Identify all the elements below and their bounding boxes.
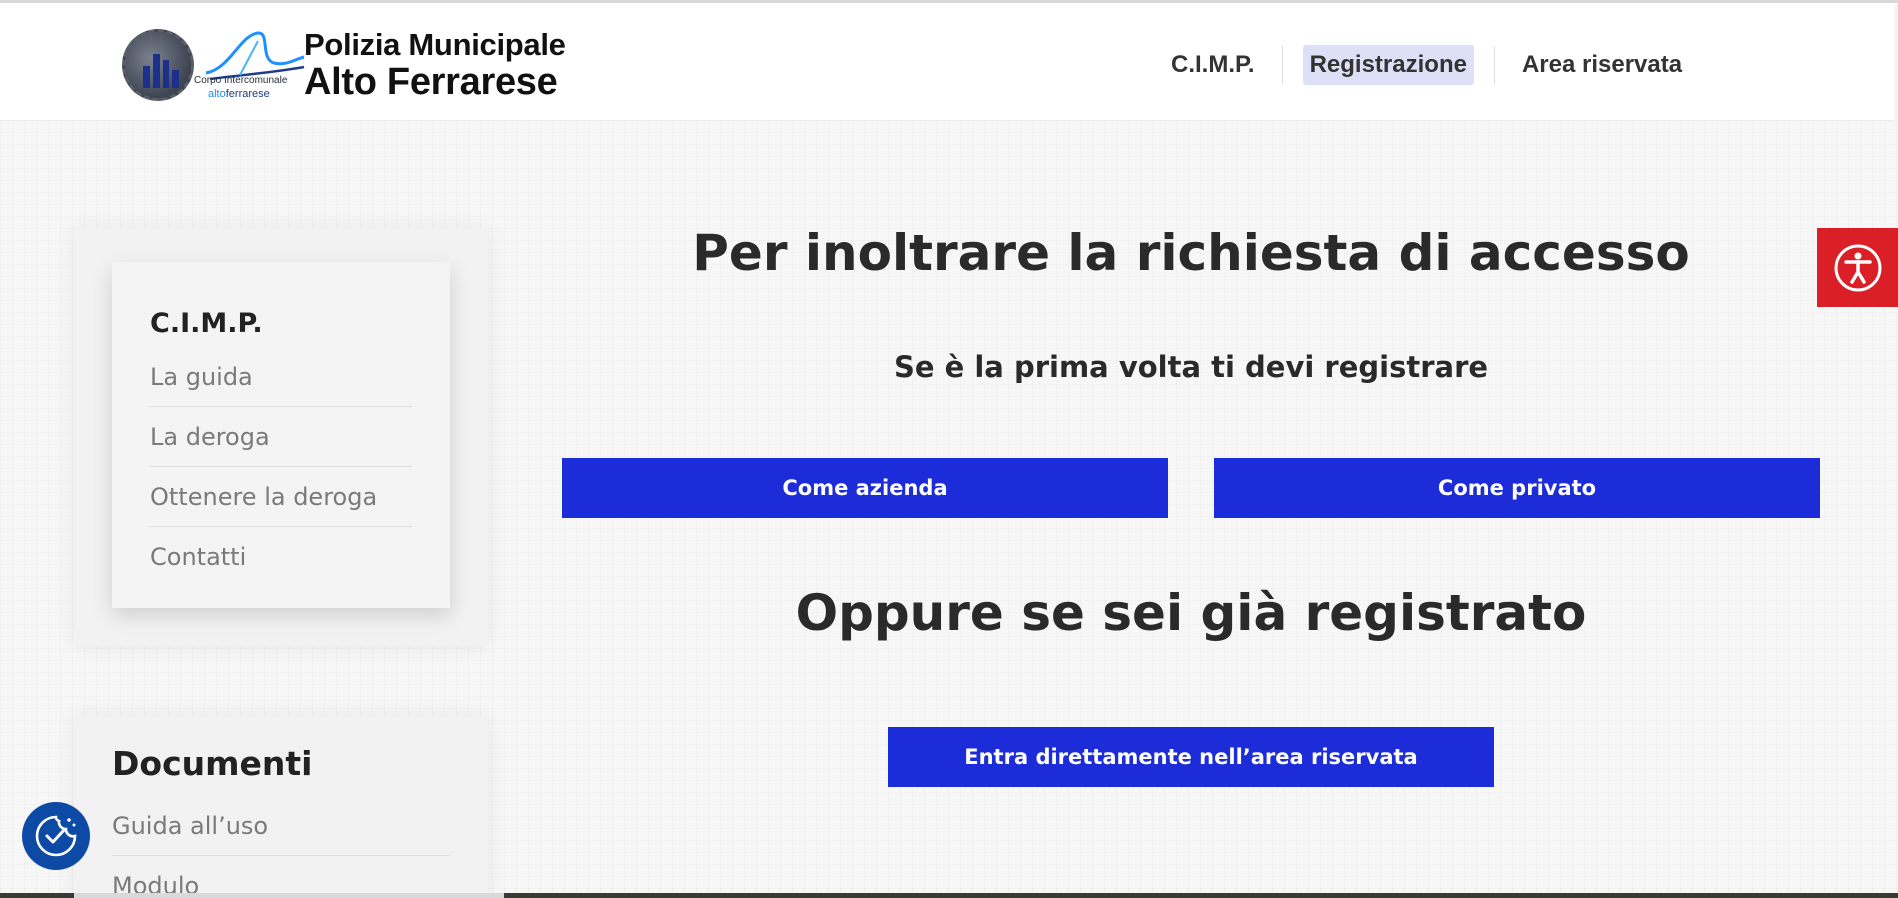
document-item-guida[interactable]: Guida all’uso [112,796,450,856]
documents-list: Guida all’uso Modulo [112,796,450,898]
logo-title-line2: Alto Ferrarese [304,61,558,103]
sidebar-menu: La guida La deroga Ottenere la deroga Co… [150,347,412,587]
sidebar-item-la-deroga[interactable]: La deroga [150,407,412,467]
sidebar-item-contatti[interactable]: Contatti [150,527,412,587]
logo-title-line1: Polizia Municipale [304,27,566,62]
accessibility-button[interactable] [1817,228,1898,307]
logo-corpo-text: Corpo Intercomunale [194,75,288,86]
sidebar-item-la-guida[interactable]: La guida [150,347,412,407]
logo-altoferrarese-text: altoferrarese [208,88,270,100]
site-logo[interactable]: Corpo Intercomunale altoferrarese Polizi… [122,25,578,105]
bottom-strip [0,893,1898,898]
sidebar-item-ottenere-la-deroga[interactable]: Ottenere la deroga [150,467,412,527]
nav-item-area-riservata[interactable]: Area riservata [1515,45,1689,85]
accessibility-icon [1834,244,1881,291]
page-title: Per inoltrare la richiesta di accesso [692,224,1690,282]
site-header: Corpo Intercomunale altoferrarese Polizi… [0,3,1894,121]
registration-subtitle: Se è la prima volta ti devi registrare [893,350,1489,384]
sidebar-title: C.I.M.P. [150,308,263,339]
documents-title: Documenti [112,744,313,783]
nav-divider [1493,46,1495,84]
register-azienda-button[interactable]: Come azienda [562,458,1168,518]
register-privato-button[interactable]: Come privato [1214,458,1820,518]
municipal-seal-icon [122,29,194,101]
already-registered-title: Oppure se sei già registrato [795,584,1587,642]
main-nav: C.I.M.P. Registrazione Area riservata [1164,43,1689,87]
reserved-area-button[interactable]: Entra direttamente nell’area riservata [888,727,1494,787]
cookie-consent-icon [35,815,77,857]
nav-divider [1281,46,1283,84]
nav-item-cimp[interactable]: C.I.M.P. [1164,45,1262,85]
nav-item-registrazione[interactable]: Registrazione [1302,45,1474,85]
cookie-consent-button[interactable] [22,802,90,870]
document-item-modulo[interactable]: Modulo [112,856,450,898]
